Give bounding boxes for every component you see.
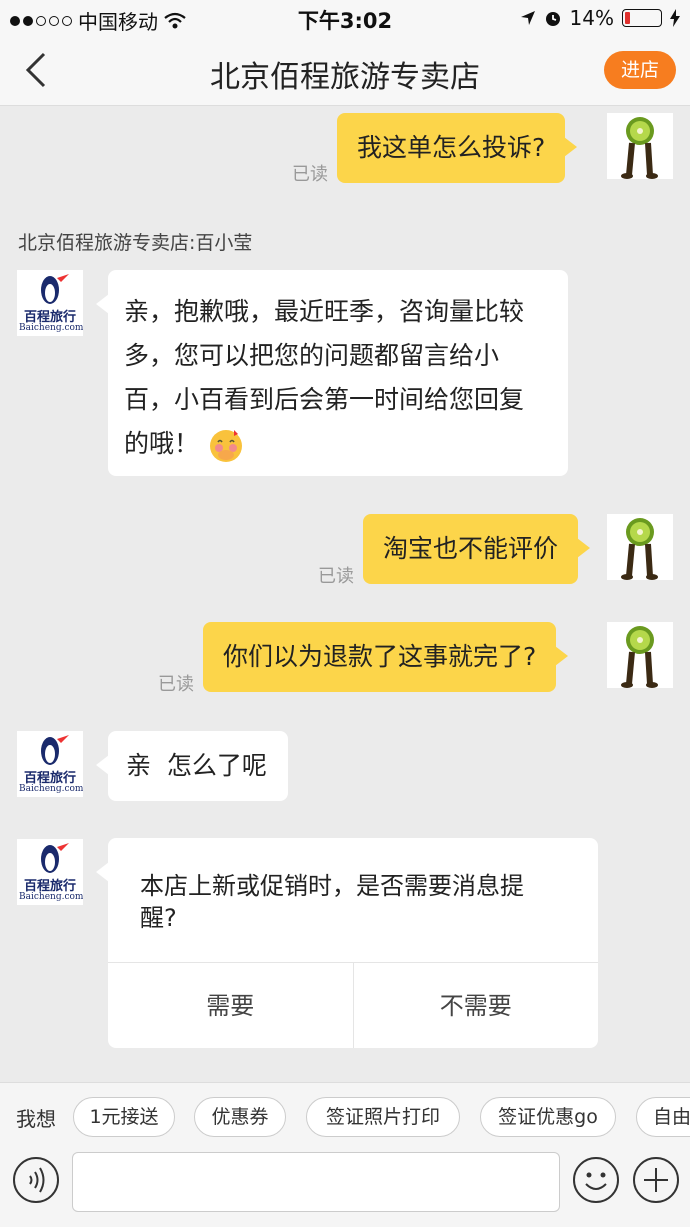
store-logo-domain: Baicheng.com (19, 892, 83, 902)
kiwi-character-icon (621, 518, 658, 580)
plus-icon (644, 1168, 668, 1192)
user-avatar[interactable] (607, 514, 673, 580)
shy-face-emoji-icon (209, 430, 242, 462)
message-bubble-store[interactable]: 亲，抱歉哦，最近旺季，咨询量比较 多，您可以把您的问题都留言给小 百，小百看到后… (96, 270, 568, 476)
quick-reply-bar: 我想 1元接送 优惠券 签证照片打印 签证优惠go 自由 (0, 1082, 690, 1148)
kiwi-character-icon (621, 117, 658, 179)
store-logo-domain: Baicheng.com (19, 784, 83, 794)
store-avatar[interactable]: 百程旅行 Baicheng.com (17, 270, 83, 336)
message-text: 亲，抱歉哦，最近旺季，咨询量比较 多，您可以把您的问题都留言给小 百，小百看到后… (108, 270, 568, 466)
message-bubble-self[interactable]: 你们以为退款了这事就完了? (203, 622, 569, 692)
store-avatar[interactable]: 百程旅行 Baicheng.com (17, 731, 83, 797)
store-avatar[interactable]: 百程旅行 Baicheng.com (17, 839, 83, 905)
user-avatar[interactable] (607, 622, 673, 688)
prompt-text: 本店上新或促销时，是否需要消息提醒? (140, 872, 524, 932)
message-line: 多，您可以把您的问题都留言给小 (124, 341, 500, 370)
quick-chip[interactable]: 签证优惠go (480, 1097, 616, 1137)
read-receipt: 已读 (318, 566, 354, 587)
message-bubble-self[interactable]: 淘宝也不能评价 (363, 514, 591, 584)
prompt-no-button[interactable]: 不需要 (352, 963, 599, 1048)
message-bubble-self[interactable]: 我这单怎么投诉? (337, 113, 578, 183)
prompt-yes-button[interactable]: 需要 (108, 963, 353, 1048)
message-line-text: 的哦！ (124, 429, 200, 458)
charging-icon (670, 9, 680, 27)
user-avatar[interactable] (607, 113, 673, 179)
battery-fill (625, 12, 630, 24)
input-bar (0, 1148, 690, 1227)
more-options-button[interactable] (632, 1156, 680, 1204)
quick-chip[interactable]: 1元接送 (73, 1097, 175, 1137)
status-bar: 中国移动 下午3:02 14% (0, 0, 690, 36)
quick-reply-label: 我想 (16, 1107, 56, 1131)
subscribe-prompt-card: 本店上新或促销时，是否需要消息提醒? 需要 不需要 (96, 838, 598, 1048)
message-line: 百，小百看到后会第一时间给您回复 (124, 385, 525, 414)
quick-chip[interactable]: 优惠券 (194, 1097, 286, 1137)
message-input[interactable] (72, 1152, 560, 1212)
status-right: 14% (520, 6, 680, 30)
store-logo-domain: Baicheng.com (19, 323, 83, 333)
voice-input-button[interactable] (12, 1156, 60, 1204)
sender-name: 北京佰程旅游专卖店:百小莹 (18, 232, 253, 254)
page-title: 北京佰程旅游专卖店 (210, 60, 480, 95)
read-receipt: 已读 (292, 164, 328, 185)
alarm-icon (545, 12, 560, 26)
enter-store-button[interactable]: 进店 (604, 51, 676, 89)
battery-icon (622, 9, 662, 27)
prompt-actions: 需要 不需要 (108, 962, 598, 1048)
message-bubble-store[interactable]: 亲 怎么了呢 (96, 731, 288, 801)
location-arrow-icon (520, 11, 535, 25)
quick-chip[interactable]: 签证照片打印 (306, 1097, 460, 1137)
kiwi-character-icon (621, 626, 658, 688)
message-line-last: 的哦！ (124, 422, 552, 466)
emoji-button[interactable] (572, 1156, 620, 1204)
read-receipt: 已读 (158, 674, 194, 695)
battery-percent: 14% (569, 6, 614, 30)
quick-chip[interactable]: 自由 (636, 1097, 690, 1137)
voice-wave-icon (29, 1167, 45, 1193)
message-line: 亲，抱歉哦，最近旺季，咨询量比较 (124, 297, 525, 326)
nav-bar: 北京佰程旅游专卖店 进店 (0, 36, 690, 106)
